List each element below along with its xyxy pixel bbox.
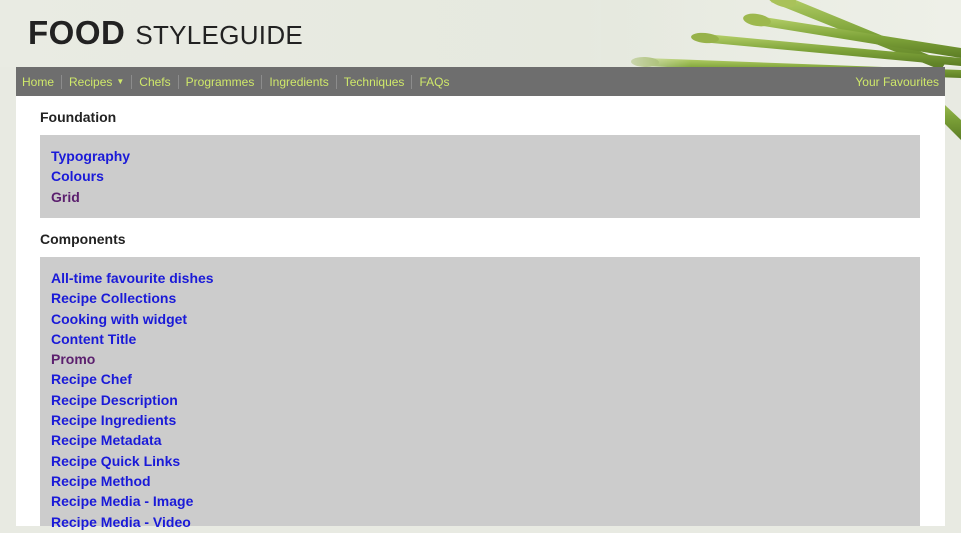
link-grid[interactable]: Grid xyxy=(51,189,80,205)
logo-styleguide-text: STYLEGUIDE xyxy=(135,20,304,50)
nav-divider xyxy=(335,74,337,89)
nav-item-faqs[interactable]: FAQs xyxy=(419,75,456,89)
link-recipe-metadata[interactable]: Recipe Metadata xyxy=(51,432,161,448)
list-item: Recipe Chef xyxy=(51,369,909,389)
link-recipe-chef[interactable]: Recipe Chef xyxy=(51,371,132,387)
main-nav: Home Recipes ▼ Chefs Programmes Ingredien… xyxy=(16,67,945,96)
link-typography[interactable]: Typography xyxy=(51,148,130,164)
nav-item-home[interactable]: Home xyxy=(22,75,61,89)
nav-item-ingredients[interactable]: Ingredients xyxy=(269,75,335,89)
nav-item-programmes[interactable]: Programmes xyxy=(186,75,262,89)
list-item: Recipe Quick Links xyxy=(51,451,909,471)
link-colours[interactable]: Colours xyxy=(51,168,104,184)
list-item: Recipe Collections xyxy=(51,288,909,308)
list-item: Cooking with widget xyxy=(51,309,909,329)
link-promo[interactable]: Promo xyxy=(51,351,95,367)
nav-item-label: Home xyxy=(22,74,55,89)
nav-item-label: Techniques xyxy=(343,74,405,89)
list-item: Promo xyxy=(51,349,909,369)
link-recipe-media-video[interactable]: Recipe Media - Video xyxy=(51,514,191,530)
logo-food-text: FOOD xyxy=(28,14,126,51)
link-all-time-favourite-dishes[interactable]: All-time favourite dishes xyxy=(51,270,214,286)
components-link-list: All-time favourite dishes Recipe Collect… xyxy=(51,268,909,532)
your-favourites-link[interactable]: Your Favourites xyxy=(855,67,939,96)
nav-item-label: Programmes xyxy=(185,74,255,89)
list-item: Recipe Description xyxy=(51,390,909,410)
list-item: Recipe Media - Image xyxy=(51,491,909,511)
nav-item-chefs[interactable]: Chefs xyxy=(139,75,177,89)
list-item: Grid xyxy=(51,187,909,207)
link-cooking-with-widget[interactable]: Cooking with widget xyxy=(51,311,187,327)
list-item: Recipe Media - Video xyxy=(51,512,909,532)
link-recipe-description[interactable]: Recipe Description xyxy=(51,392,178,408)
foundation-link-list: Typography Colours Grid xyxy=(51,146,909,207)
nav-item-label: Recipes xyxy=(69,74,113,89)
link-content-title[interactable]: Content Title xyxy=(51,331,136,347)
list-item: Recipe Ingredients xyxy=(51,410,909,430)
link-recipe-collections[interactable]: Recipe Collections xyxy=(51,290,176,306)
foundation-panel: Typography Colours Grid xyxy=(40,135,920,218)
section-title-components: Components xyxy=(40,231,126,247)
list-item: Recipe Metadata xyxy=(51,430,909,450)
nav-item-recipes[interactable]: Recipes ▼ xyxy=(69,75,131,89)
link-recipe-quick-links[interactable]: Recipe Quick Links xyxy=(51,453,180,469)
components-panel: All-time favourite dishes Recipe Collect… xyxy=(40,257,920,530)
link-recipe-media-image[interactable]: Recipe Media - Image xyxy=(51,493,193,509)
nav-divider xyxy=(261,74,263,89)
list-item: Content Title xyxy=(51,329,909,349)
site-logo[interactable]: FOOD STYLEGUIDE xyxy=(28,14,303,54)
caret-down-icon: ▼ xyxy=(116,77,125,86)
nav-list: Home Recipes ▼ Chefs Programmes Ingredien… xyxy=(22,67,456,96)
nav-item-label: Chefs xyxy=(139,74,171,89)
nav-item-label: FAQs xyxy=(419,74,450,89)
nav-divider xyxy=(177,74,179,89)
list-item: All-time favourite dishes xyxy=(51,268,909,288)
link-recipe-ingredients[interactable]: Recipe Ingredients xyxy=(51,412,176,428)
list-item: Typography xyxy=(51,146,909,166)
nav-item-techniques[interactable]: Techniques xyxy=(344,75,412,89)
nav-divider xyxy=(131,74,133,89)
list-item: Colours xyxy=(51,166,909,186)
link-recipe-method[interactable]: Recipe Method xyxy=(51,473,151,489)
section-title-foundation: Foundation xyxy=(40,109,117,125)
nav-divider xyxy=(61,74,63,89)
list-item: Recipe Method xyxy=(51,471,909,491)
nav-item-label: Ingredients xyxy=(269,74,329,89)
main-content: Foundation Typography Colours Grid Compo… xyxy=(16,96,945,530)
nav-divider xyxy=(411,74,413,89)
site-header: FOOD STYLEGUIDE xyxy=(0,0,961,140)
